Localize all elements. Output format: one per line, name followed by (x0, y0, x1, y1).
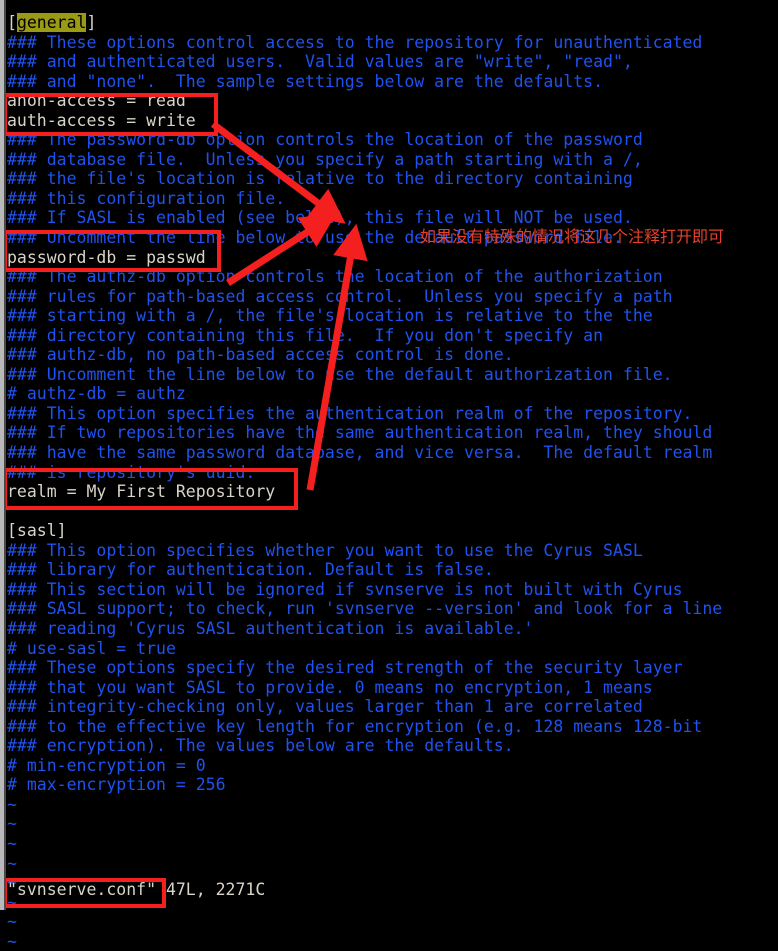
code-line: ### database file. Unless you specify a … (7, 149, 643, 169)
window-left-edge-shadow (4, 0, 6, 910)
terminal-window: [general] ### These options control acce… (0, 0, 778, 951)
code-line: ~ (7, 931, 17, 951)
code-line: ### the file's location is relative to t… (7, 169, 633, 189)
code-line: ### This section will be ignored if svns… (7, 579, 683, 599)
code-line: ~ (7, 853, 17, 873)
code-line: ### SASL support; to check, run 'svnserv… (7, 599, 723, 619)
code-line: ### integrity-checking only, values larg… (7, 697, 643, 717)
code-line: ### reading 'Cyrus SASL authentication i… (7, 618, 534, 638)
code-line: [sasl] (7, 521, 67, 541)
code-line: ### starting with a /, the file's locati… (7, 306, 653, 326)
code-line: ### These options control access to the … (7, 32, 703, 52)
code-line: ### this configuration file. (7, 188, 286, 208)
code-line: ~ (7, 794, 17, 814)
code-line: anon-access = read (7, 91, 186, 111)
code-lines: ### These options control access to the … (7, 33, 778, 951)
code-line: ### If two repositories have the same au… (7, 423, 713, 443)
code-line: ~ (7, 814, 17, 834)
code-line: password-db = passwd (7, 247, 206, 267)
code-line: ~ (7, 833, 17, 853)
code-line: ### The authz-db option controls the loc… (7, 267, 663, 287)
code-line: ### This option specifies the authentica… (7, 403, 693, 423)
code-line: auth-access = write (7, 110, 196, 130)
code-line: ### directory containing this file. If y… (7, 325, 604, 345)
code-line: ### have the same password database, and… (7, 443, 713, 463)
code-line: ### The password-db option controls the … (7, 130, 643, 150)
code-line: # max-encryption = 256 (7, 775, 226, 795)
code-line: ### This option specifies whether you wa… (7, 540, 643, 560)
code-line: ### If SASL is enabled (see below), this… (7, 208, 633, 228)
code-line: ### and authenticated users. Valid value… (7, 52, 633, 72)
code-line: ### Uncomment the line below to use the … (7, 228, 623, 248)
vim-text-buffer[interactable]: [general] ### These options control acce… (7, 13, 778, 951)
code-line: realm = My First Repository (7, 482, 276, 502)
bracket-open: [ (7, 13, 17, 32)
code-line: ### that you want SASL to provide. 0 mea… (7, 677, 653, 697)
code-line: ### authz-db, no path-based access contr… (7, 345, 514, 365)
general-highlight: general (16, 13, 87, 32)
code-line: # use-sasl = true (7, 638, 176, 658)
code-line: ### rules for path-based access control.… (7, 286, 673, 306)
code-line: ### and "none". The sample settings belo… (7, 71, 604, 91)
code-line: ~ (7, 912, 17, 932)
bracket-close: ] (86, 13, 97, 32)
code-line: # min-encryption = 0 (7, 755, 206, 775)
code-line: ### to the effective key length for encr… (7, 716, 703, 736)
code-line: ### encryption). The values below are th… (7, 736, 514, 756)
code-line: ### is repository's uuid. (7, 462, 256, 482)
vim-status-line: "svnserve.conf" 47L, 2271C (7, 880, 266, 899)
section-header-general: [general] (7, 13, 778, 33)
code-line: ### These options specify the desired st… (7, 658, 683, 678)
code-line: ### library for authentication. Default … (7, 560, 494, 580)
code-line: ### Uncomment the line below to use the … (7, 364, 673, 384)
code-line: # authz-db = authz (7, 384, 186, 404)
